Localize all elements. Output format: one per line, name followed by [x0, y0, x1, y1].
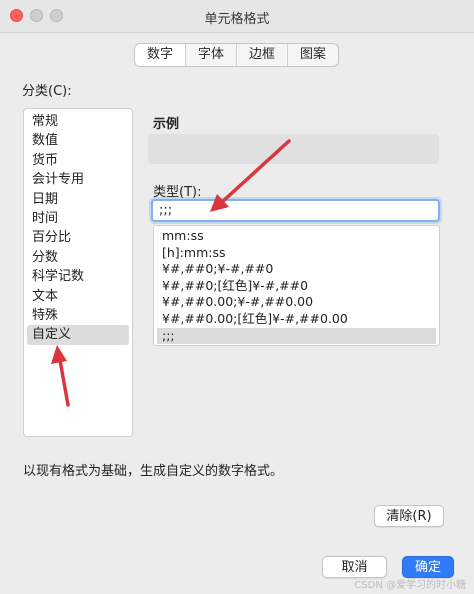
category-item-percentage[interactable]: 百分比: [24, 228, 132, 247]
category-list[interactable]: 常规 数值 货币 会计专用 日期 时间 百分比 分数 科学记数 文本 特殊 自定…: [23, 108, 133, 437]
format-code-item[interactable]: ¥#,##0.00;¥-#,##0.00: [154, 294, 439, 311]
category-item-general[interactable]: 常规: [24, 112, 132, 131]
watermark: CSDN @爱学习的时小糖: [354, 580, 466, 591]
type-label: 类型(T):: [153, 185, 202, 200]
sample-label: 示例: [153, 117, 180, 132]
tab-number[interactable]: 数字: [135, 44, 186, 66]
format-code-item-selected[interactable]: ;;;: [157, 327, 436, 345]
tab-bar: 数字 字体 边框 图案: [134, 43, 340, 67]
window-title: 单元格格式: [204, 12, 270, 27]
category-item-fraction[interactable]: 分数: [24, 248, 132, 267]
sample-preview: [148, 134, 439, 164]
category-item-custom[interactable]: 自定义: [27, 325, 129, 345]
format-description: 以现有格式为基础，生成自定义的数字格式。: [23, 464, 284, 479]
format-code-item[interactable]: mm:ss: [154, 228, 439, 245]
category-item-number[interactable]: 数值: [24, 131, 132, 150]
category-item-accounting[interactable]: 会计专用: [24, 170, 132, 189]
ok-button[interactable]: 确定: [402, 556, 454, 578]
format-code-item[interactable]: ¥#,##0;[红色]¥-#,##0: [154, 278, 439, 295]
format-code-list[interactable]: mm:ss [h]:mm:ss ¥#,##0;¥-#,##0 ¥#,##0;[红…: [153, 225, 440, 346]
format-code-item[interactable]: ¥#,##0;¥-#,##0: [154, 261, 439, 278]
category-item-date[interactable]: 日期: [24, 190, 132, 209]
category-item-special[interactable]: 特殊: [24, 306, 132, 325]
format-code-item[interactable]: [h]:mm:ss: [154, 245, 439, 262]
tab-font[interactable]: 字体: [185, 44, 236, 66]
cancel-button[interactable]: 取消: [322, 556, 387, 578]
category-item-time[interactable]: 时间: [24, 209, 132, 228]
type-input[interactable]: [151, 199, 440, 222]
category-item-scientific[interactable]: 科学记数: [24, 267, 132, 286]
category-label: 分类(C):: [22, 84, 72, 99]
tab-pattern[interactable]: 图案: [287, 44, 338, 66]
category-item-currency[interactable]: 货币: [24, 151, 132, 170]
title-bar: 单元格格式: [0, 0, 474, 33]
category-item-text[interactable]: 文本: [24, 287, 132, 306]
tab-border[interactable]: 边框: [236, 44, 287, 66]
clear-button[interactable]: 清除(R): [374, 505, 444, 527]
format-code-item[interactable]: ¥#,##0.00;[红色]¥-#,##0.00: [154, 311, 439, 328]
